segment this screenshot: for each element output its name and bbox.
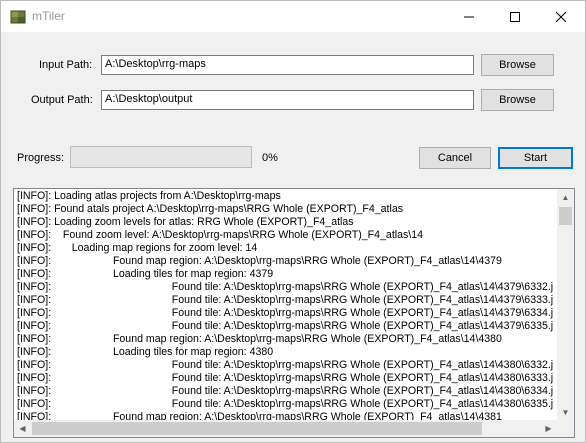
cancel-button[interactable]: Cancel bbox=[419, 147, 491, 169]
window-title: mTiler bbox=[32, 9, 65, 23]
close-button[interactable] bbox=[538, 1, 584, 32]
log-line: [INFO]: Found map region: A:\Desktop\rrg… bbox=[17, 333, 502, 345]
log-line: [INFO]: Found tile: A:\Desktop\rrg-maps\… bbox=[17, 294, 553, 306]
log-line: [INFO]: Found tile: A:\Desktop\rrg-maps\… bbox=[17, 307, 553, 319]
maximize-button[interactable] bbox=[492, 1, 538, 32]
horizontal-scrollbar[interactable]: ◀ ▶ bbox=[14, 420, 557, 437]
log-line: [INFO]: Found zoom level: A:\Desktop\rrg… bbox=[17, 229, 424, 241]
scroll-right-icon[interactable]: ▶ bbox=[540, 420, 557, 437]
output-path-label: Output Path: bbox=[31, 94, 93, 106]
log-line: [INFO]: Found tile: A:\Desktop\rrg-maps\… bbox=[17, 281, 553, 293]
input-browse-button[interactable]: Browse bbox=[481, 54, 554, 76]
scrollbar-corner bbox=[557, 420, 574, 437]
minimize-icon bbox=[464, 16, 474, 17]
log-line: [INFO]: Loading tiles for map region: 43… bbox=[17, 346, 274, 358]
scroll-left-icon[interactable]: ◀ bbox=[14, 420, 31, 437]
input-path-field[interactable]: A:\Desktop\rrg-maps bbox=[101, 55, 474, 75]
input-path-label: Input Path: bbox=[39, 59, 93, 71]
log-line: [INFO]: Loading tiles for map region: 43… bbox=[17, 268, 274, 280]
scroll-up-icon[interactable]: ▲ bbox=[557, 189, 574, 206]
log-line: [INFO]: Loading zoom levels for atlas: R… bbox=[17, 216, 354, 228]
app-icon bbox=[10, 10, 26, 24]
progress-percent: 0% bbox=[262, 152, 278, 164]
mtiler-window: mTiler Input Path: A:\Desktop\rrg-maps B… bbox=[0, 0, 586, 443]
log-line: [INFO]: Found tile: A:\Desktop\rrg-maps\… bbox=[17, 385, 553, 397]
log-line: [INFO]: Found tile: A:\Desktop\rrg-maps\… bbox=[17, 398, 553, 410]
output-browse-button[interactable]: Browse bbox=[481, 89, 554, 111]
log-line: [INFO]: Found atals project A:\Desktop\r… bbox=[17, 203, 404, 215]
log-line: [INFO]: Found tile: A:\Desktop\rrg-maps\… bbox=[17, 372, 553, 384]
log-line: [INFO]: Found tile: A:\Desktop\rrg-maps\… bbox=[17, 359, 553, 371]
log-line: [INFO]: Loading atlas projects from A:\D… bbox=[17, 190, 281, 202]
start-button[interactable]: Start bbox=[498, 147, 573, 169]
log-content: [INFO]: Loading atlas projects from A:\D… bbox=[17, 190, 553, 423]
minimize-button[interactable] bbox=[446, 1, 492, 32]
log-line: [INFO]: Loading map regions for zoom lev… bbox=[17, 242, 258, 254]
scroll-down-icon[interactable]: ▼ bbox=[557, 404, 574, 421]
progress-bar bbox=[70, 146, 252, 168]
progress-label: Progress: bbox=[17, 152, 65, 164]
output-path-field[interactable]: A:\Desktop\output bbox=[101, 90, 474, 110]
title-bar[interactable]: mTiler bbox=[1, 1, 585, 32]
close-icon bbox=[556, 11, 566, 22]
horizontal-scroll-thumb[interactable] bbox=[32, 422, 482, 435]
log-output[interactable]: [INFO]: Loading atlas projects from A:\D… bbox=[13, 188, 575, 438]
log-line: [INFO]: Found tile: A:\Desktop\rrg-maps\… bbox=[17, 320, 553, 332]
maximize-icon bbox=[510, 11, 520, 22]
vertical-scrollbar[interactable]: ▲ ▼ bbox=[557, 189, 574, 421]
log-line: [INFO]: Found map region: A:\Desktop\rrg… bbox=[17, 255, 502, 267]
vertical-scroll-thumb[interactable] bbox=[559, 207, 572, 225]
